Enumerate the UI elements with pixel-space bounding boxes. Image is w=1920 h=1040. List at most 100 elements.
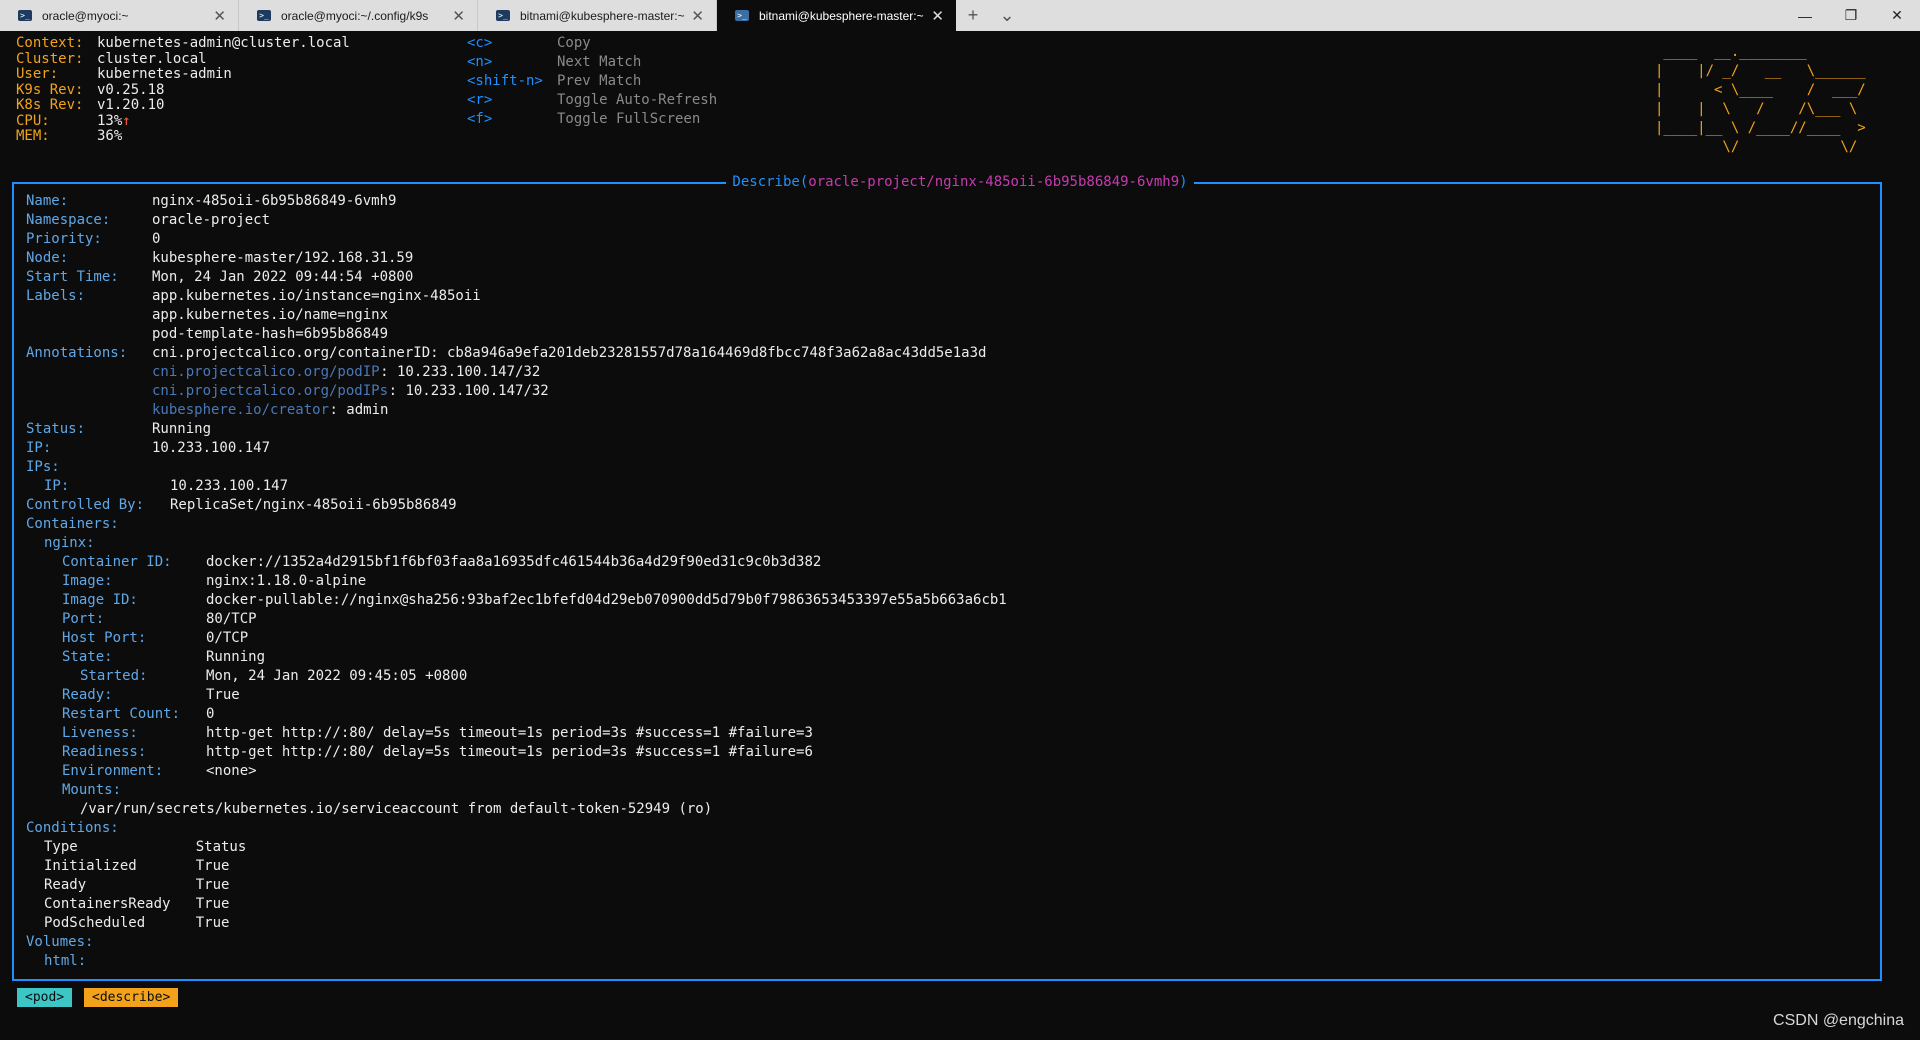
tab-label: oracle@myoci:~ <box>42 8 129 23</box>
hotkey-action: Copy <box>557 35 591 51</box>
field-value: pod-template-hash=6b95b86849 <box>152 326 389 342</box>
field-label: Node: <box>26 250 69 266</box>
field-value: Initialized True <box>44 858 230 874</box>
field-label: Restart Count: <box>62 706 181 722</box>
field-value: : admin <box>329 402 389 418</box>
field-label: Controlled By: <box>26 497 145 513</box>
field-label: Volumes: <box>26 934 94 950</box>
annotation-key: kubesphere.io/creator <box>152 402 330 418</box>
window-controls: — ❐ ✕ <box>1782 0 1920 31</box>
field-label: Name: <box>26 193 69 209</box>
field-value: cni.projectcalico.org/containerID: cb8a9… <box>152 345 987 361</box>
field-value: Ready True <box>44 877 230 893</box>
describe-title: Describe(oracle-project/nginx-485oii-6b9… <box>0 172 1920 192</box>
annotation-key: cni.projectcalico.org/podIP <box>152 364 380 380</box>
field-label: nginx: <box>44 535 95 551</box>
field-value: True <box>206 687 240 703</box>
terminal-icon: >_ <box>18 10 32 21</box>
field-label: Image: <box>62 573 113 589</box>
hotkey-key: <n> <box>467 54 493 70</box>
field-value: 0 <box>152 231 161 247</box>
minimize-button[interactable]: — <box>1782 0 1828 31</box>
field-label: Start Time: <box>26 269 119 285</box>
field-value: nginx:1.18.0-alpine <box>206 573 367 589</box>
breadcrumb-item[interactable]: <describe> <box>84 988 179 1007</box>
k9s-logo: ____ __.________ | |/ _/ __ \______ | < … <box>1655 44 1866 155</box>
field-label: Image ID: <box>62 592 138 608</box>
field-value: PodScheduled True <box>44 915 230 931</box>
field-value: app.kubernetes.io/name=nginx <box>152 307 389 323</box>
field-value: 10.233.100.147 <box>152 440 271 456</box>
field-value: docker-pullable://nginx@sha256:93baf2ec1… <box>206 592 1007 608</box>
terminal-icon: >_ <box>496 10 510 21</box>
field-label: html: <box>44 953 87 969</box>
info-value: 36% <box>97 128 123 144</box>
field-value: <none> <box>206 763 257 779</box>
hotkey-action: Prev Match <box>557 73 642 89</box>
field-value: : 10.233.100.147/32 <box>388 383 549 399</box>
field-value: kubesphere-master/192.168.31.59 <box>152 250 414 266</box>
describe-title-suffix: ) <box>1179 174 1188 190</box>
field-label: Container ID: <box>62 554 172 570</box>
field-label: Host Port: <box>62 630 147 646</box>
describe-title-prefix: Describe( <box>732 174 809 190</box>
tab-4[interactable]: >_ bitnami@kubesphere-master:~ ✕ <box>717 0 956 31</box>
field-label: IP: <box>44 478 70 494</box>
field-value: 80/TCP <box>206 611 257 627</box>
field-value: 10.233.100.147 <box>170 478 289 494</box>
terminal-icon: >_ <box>257 10 271 21</box>
tab-1[interactable]: >_ oracle@myoci:~ ✕ <box>0 0 239 31</box>
field-label: Environment: <box>62 763 164 779</box>
tab-2[interactable]: >_ oracle@myoci:~/.config/k9s ✕ <box>239 0 478 31</box>
tab-label: oracle@myoci:~/.config/k9s <box>281 8 429 23</box>
field-label: IPs: <box>26 459 60 475</box>
field-label: Containers: <box>26 516 119 532</box>
close-tab-icon[interactable]: ✕ <box>452 7 465 25</box>
tab-label: bitnami@kubesphere-master:~ <box>759 8 924 23</box>
field-value: Mon, 24 Jan 2022 09:45:05 +0800 <box>206 668 468 684</box>
field-value: nginx-485oii-6b95b86849-6vmh9 <box>152 193 397 209</box>
field-value: http-get http://:80/ delay=5s timeout=1s… <box>206 725 813 741</box>
trend-up-icon: ↑ <box>122 112 131 129</box>
field-value: docker://1352a4d2915bf1f6bf03faa8a16935d… <box>206 554 822 570</box>
hotkey-key: <f> <box>467 111 493 127</box>
hotkey-action: Next Match <box>557 54 642 70</box>
maximize-button[interactable]: ❐ <box>1828 0 1874 31</box>
describe-title-resource: oracle-project/nginx-485oii-6b95b86849-6… <box>808 174 1180 190</box>
watermark: CSDN @engchina <box>1773 1012 1904 1029</box>
field-value: Mon, 24 Jan 2022 09:44:54 +0800 <box>152 269 414 285</box>
field-label: Priority: <box>26 231 102 247</box>
field-label: Readiness: <box>62 744 147 760</box>
field-label: Mounts: <box>62 782 122 798</box>
field-value: Running <box>206 649 266 665</box>
tab-list: >_ oracle@myoci:~ ✕ >_ oracle@myoci:~/.confi… <box>0 0 956 31</box>
close-tab-icon[interactable]: ✕ <box>931 7 944 25</box>
field-label: Namespace: <box>26 212 111 228</box>
close-tab-icon[interactable]: ✕ <box>213 7 226 25</box>
field-value: app.kubernetes.io/instance=nginx-485oii <box>152 288 481 304</box>
breadcrumb-item[interactable]: <pod> <box>17 988 73 1007</box>
field-label: Labels: <box>26 288 86 304</box>
field-label: Conditions: <box>26 820 119 836</box>
hotkey-action: Toggle Auto-Refresh <box>557 92 718 108</box>
info-key: MEM: <box>16 128 50 144</box>
annotation-key: cni.projectcalico.org/podIPs <box>152 383 389 399</box>
tab-dropdown-button[interactable]: ⌄ <box>990 0 1024 31</box>
field-value: Running <box>152 421 212 437</box>
field-label: Liveness: <box>62 725 138 741</box>
hotkey-key: <shift-n> <box>467 73 543 89</box>
new-tab-button[interactable]: + <box>956 0 990 31</box>
field-value: http-get http://:80/ delay=5s timeout=1s… <box>206 744 813 760</box>
hotkey-key: <r> <box>467 92 493 108</box>
field-value: oracle-project <box>152 212 271 228</box>
field-value: ReplicaSet/nginx-485oii-6b95b86849 <box>170 497 457 513</box>
close-tab-icon[interactable]: ✕ <box>691 7 704 25</box>
terminal-icon: >_ <box>735 10 749 21</box>
close-window-button[interactable]: ✕ <box>1874 0 1920 31</box>
terminal-area[interactable]: Context: kubernetes-admin@cluster.local Cl… <box>0 31 1920 1040</box>
field-value: 0 <box>206 706 215 722</box>
field-value: /var/run/secrets/kubernetes.io/serviceac… <box>80 801 713 817</box>
tab-3[interactable]: >_ bitnami@kubesphere-master:~ ✕ <box>478 0 717 31</box>
field-value: 0/TCP <box>206 630 249 646</box>
tab-label: bitnami@kubesphere-master:~ <box>520 8 685 23</box>
